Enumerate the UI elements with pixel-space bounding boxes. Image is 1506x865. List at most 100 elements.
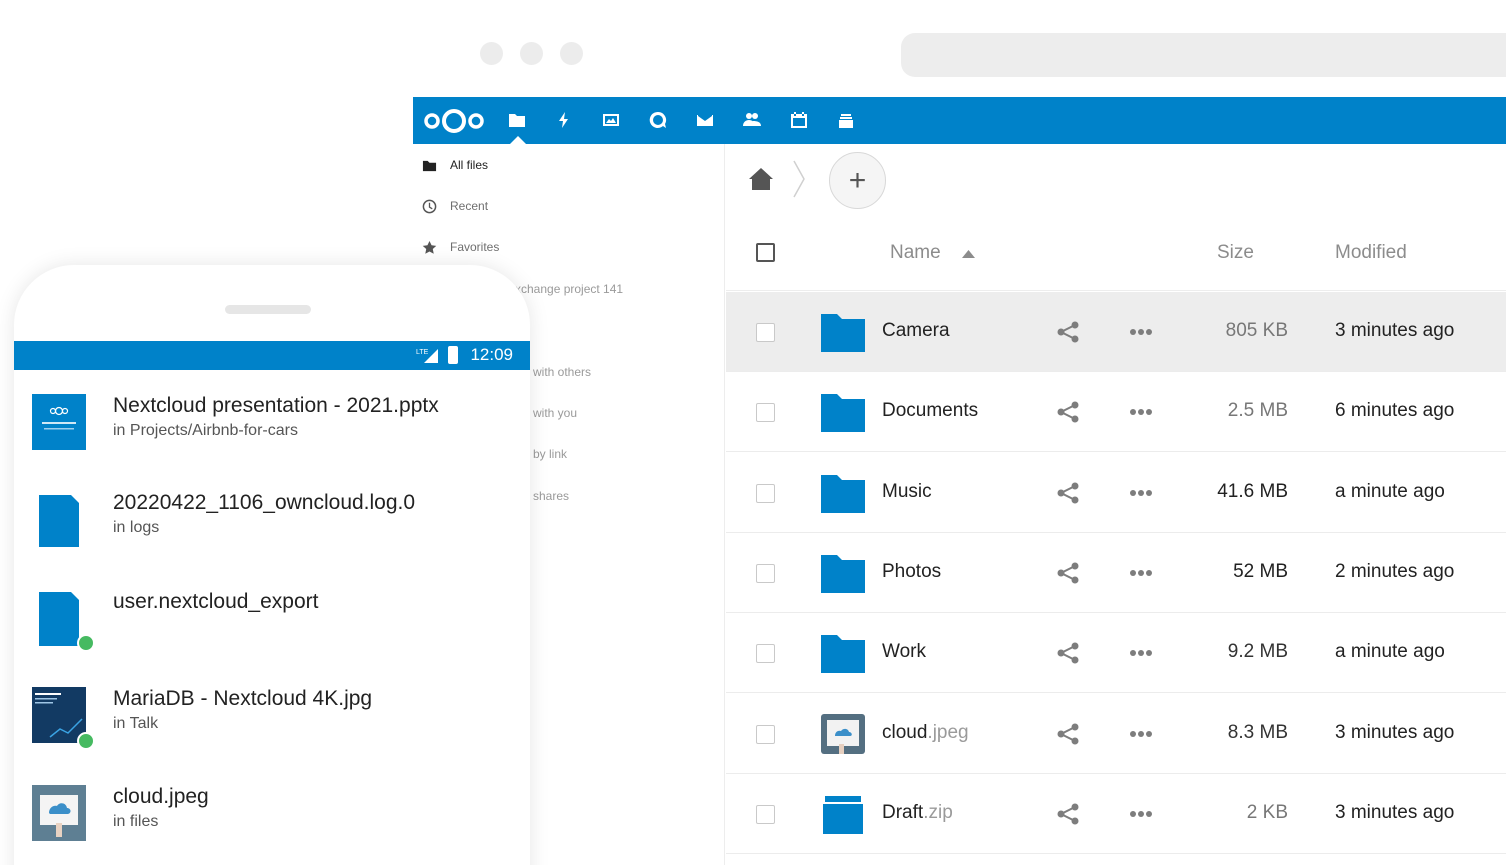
- nav-item-label: All files: [450, 158, 489, 172]
- mobile-app-mockup: LTE 12:09 Nextcloud presentation - 2021.…: [14, 265, 530, 865]
- more-actions-icon[interactable]: [1129, 489, 1153, 497]
- folder-icon[interactable]: [819, 631, 867, 675]
- size-column-header[interactable]: Size: [1217, 242, 1254, 264]
- row-checkbox[interactable]: [756, 804, 775, 824]
- file-name[interactable]: Camera: [882, 320, 950, 342]
- contacts-app-icon[interactable]: [741, 109, 763, 131]
- talk-app-icon[interactable]: [647, 109, 669, 131]
- file-basename: Draft: [882, 801, 924, 823]
- file-location: in files: [113, 813, 159, 830]
- file-row[interactable]: Draft.zip 2 KB 3 minutes ago: [726, 774, 1506, 854]
- zip-icon[interactable]: [819, 792, 867, 836]
- row-checkbox[interactable]: [756, 563, 775, 583]
- more-actions-icon[interactable]: [1129, 328, 1153, 336]
- row-checkbox[interactable]: [756, 724, 775, 744]
- recent-file-item[interactable]: user.nextcloud_export: [14, 590, 530, 687]
- modified-column-header[interactable]: Modified: [1335, 242, 1407, 264]
- file-basename: Photos: [882, 560, 942, 582]
- screenshot-stage: All files Recent Favorites xchange proje…: [0, 0, 1506, 865]
- browser-window: All files Recent Favorites xchange proje…: [413, 0, 1506, 865]
- app-header: [413, 97, 1506, 144]
- home-icon[interactable]: [748, 167, 774, 191]
- file-size: 2.5 MB: [1227, 400, 1288, 422]
- file-name[interactable]: cloud.jpeg: [882, 722, 969, 744]
- row-checkbox[interactable]: [756, 323, 775, 342]
- file-modified: 3 minutes ago: [1335, 320, 1455, 341]
- recent-file-item[interactable]: cloud.jpeg in files: [14, 785, 530, 865]
- folder-icon[interactable]: [819, 471, 867, 515]
- window-close-dot[interactable]: [480, 42, 503, 65]
- synced-check-icon: [77, 732, 95, 750]
- photos-app-icon[interactable]: [600, 109, 622, 131]
- nav-item-label: Recent: [450, 199, 489, 213]
- row-checkbox[interactable]: [756, 483, 775, 503]
- nav-fragment-shared-with-you[interactable]: with you: [533, 406, 577, 420]
- file-size: 2 KB: [1246, 801, 1288, 823]
- share-icon[interactable]: [1056, 561, 1080, 585]
- file-row[interactable]: Photos 52 MB 2 minutes ago: [726, 533, 1506, 613]
- files-app-icon[interactable]: [506, 109, 528, 131]
- nav-fragment-project[interactable]: xchange project 141: [515, 282, 623, 296]
- more-actions-icon[interactable]: [1129, 730, 1153, 738]
- phone-speaker: [225, 305, 311, 314]
- file-row[interactable]: cloud.jpeg 8.3 MB 3 minutes ago: [726, 694, 1506, 774]
- address-bar[interactable]: [901, 33, 1506, 77]
- folder-icon[interactable]: [819, 310, 867, 354]
- recent-file-item[interactable]: 20220422_1106_owncloud.log.0 in logs: [14, 491, 530, 588]
- more-actions-icon[interactable]: [1129, 810, 1153, 818]
- more-actions-icon[interactable]: [1129, 569, 1153, 577]
- share-icon[interactable]: [1056, 802, 1080, 826]
- more-actions-icon[interactable]: [1129, 408, 1153, 416]
- nav-item-recent[interactable]: Recent: [413, 194, 488, 218]
- file-size: 9.2 MB: [1227, 641, 1288, 663]
- file-row[interactable]: Documents 2.5 MB 6 minutes ago: [726, 372, 1506, 453]
- presentation-thumbnail: [32, 394, 86, 450]
- file-row[interactable]: Music 41.6 MB a minute ago: [726, 453, 1506, 533]
- file-row[interactable]: Work 9.2 MB a minute ago: [726, 613, 1506, 694]
- recent-file-item[interactable]: Nextcloud presentation - 2021.pptx in Pr…: [14, 394, 530, 491]
- nav-fragment-shared-by-link[interactable]: by link: [533, 447, 567, 461]
- folder-icon[interactable]: [819, 390, 867, 434]
- share-icon[interactable]: [1056, 722, 1080, 746]
- file-row[interactable]: Camera 805 KB 3 minutes ago: [726, 292, 1506, 372]
- select-all-checkbox[interactable]: [756, 243, 775, 262]
- new-file-button[interactable]: +: [829, 152, 886, 209]
- calendar-app-icon[interactable]: [788, 109, 810, 131]
- mail-app-icon[interactable]: [694, 109, 716, 131]
- image-icon[interactable]: [819, 712, 867, 756]
- file-name[interactable]: Music: [882, 481, 932, 503]
- nav-item-all-files[interactable]: All files: [413, 153, 488, 177]
- nextcloud-logo[interactable]: [423, 107, 485, 135]
- nav-fragment-shared-with-others[interactable]: with others: [533, 365, 591, 379]
- share-icon[interactable]: [1056, 400, 1080, 424]
- deck-app-icon[interactable]: [835, 109, 857, 131]
- file-basename: cloud: [882, 721, 928, 743]
- recent-file-item[interactable]: MariaDB - Nextcloud 4K.jpg in Talk: [14, 687, 530, 784]
- file-name[interactable]: Photos: [882, 561, 941, 583]
- share-icon[interactable]: [1056, 641, 1080, 665]
- phone-status-bar: LTE 12:09: [14, 341, 530, 370]
- window-maximize-dot[interactable]: [560, 42, 583, 65]
- activity-app-icon[interactable]: [553, 109, 575, 131]
- nav-item-favorites[interactable]: Favorites: [413, 235, 499, 259]
- share-icon[interactable]: [1056, 320, 1080, 344]
- file-name[interactable]: Documents: [882, 400, 978, 422]
- file-list-panel: + Name Size Modified Camera 805 KB 3 minut…: [726, 144, 1506, 865]
- file-modified: 3 minutes ago: [1335, 801, 1455, 823]
- file-title: 20220422_1106_owncloud.log.0: [113, 491, 416, 514]
- file-basename: Camera: [882, 320, 950, 341]
- file-name[interactable]: Work: [882, 641, 926, 663]
- folder-icon[interactable]: [819, 551, 867, 595]
- file-name[interactable]: Draft.zip: [882, 802, 953, 824]
- more-actions-icon[interactable]: [1129, 649, 1153, 657]
- nav-fragment-deleted-shares[interactable]: l shares: [527, 489, 569, 503]
- window-minimize-dot[interactable]: [520, 42, 543, 65]
- file-modified: 3 minutes ago: [1335, 721, 1455, 743]
- row-checkbox[interactable]: [756, 403, 775, 423]
- row-checkbox[interactable]: [756, 644, 775, 664]
- share-icon[interactable]: [1056, 481, 1080, 505]
- file-size: 805 KB: [1225, 320, 1288, 341]
- file-basename: Documents: [882, 400, 979, 422]
- name-column-header[interactable]: Name: [890, 242, 941, 264]
- sort-ascending-icon[interactable]: [962, 250, 975, 258]
